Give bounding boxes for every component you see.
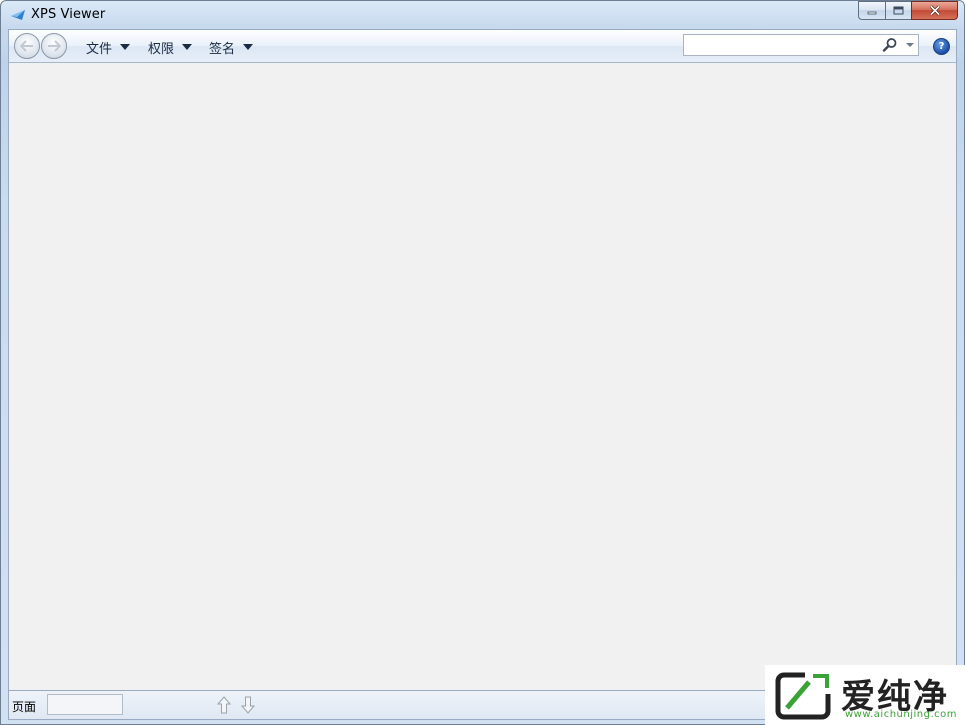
menu-permissions-label: 权限 [148,41,175,57]
xps-viewer-window: XPS Viewer 文件 权限 签名 ? 页面 [0,0,965,725]
navigation-buttons [12,33,69,59]
watermark-url: www.aichunjing.com [845,709,957,720]
xps-viewer-app-icon [11,10,25,20]
caption-buttons [858,1,958,20]
chevron-down-icon [182,44,193,50]
forward-button[interactable] [41,33,67,59]
title-bar[interactable]: XPS Viewer [1,1,964,29]
back-button[interactable] [14,33,40,59]
search-box [683,34,919,56]
maximize-icon [893,6,904,15]
page-number-input[interactable] [47,694,123,715]
forward-arrow-icon [48,40,61,52]
close-icon [929,5,940,16]
menu-signatures[interactable]: 签名 [209,37,254,57]
search-input[interactable] [686,36,880,56]
page-label: 页面 [12,700,37,714]
search-icon[interactable] [882,37,898,53]
watermark-logo-icon [775,672,831,720]
menu-signatures-label: 签名 [209,41,236,57]
menu-file[interactable]: 文件 [86,37,131,57]
close-button[interactable] [911,1,958,20]
chevron-down-icon [120,44,131,50]
maximize-button[interactable] [885,1,911,20]
chevron-down-icon [243,44,254,50]
back-arrow-icon [20,40,33,52]
watermark: 爱纯净 www.aichunjing.com [765,665,965,725]
page-up-arrow-icon[interactable] [216,695,232,715]
minimize-icon [867,11,877,14]
search-dropdown-arrow-icon[interactable] [906,43,914,47]
window-title: XPS Viewer [31,7,106,22]
page-down-arrow-icon[interactable] [240,695,256,715]
command-bar: 文件 权限 签名 ? [8,29,957,63]
menu-file-label: 文件 [86,41,113,57]
menu-permissions[interactable]: 权限 [148,37,193,57]
minimize-button[interactable] [858,1,885,20]
document-view-area[interactable] [8,63,957,690]
help-icon[interactable]: ? [933,38,950,55]
